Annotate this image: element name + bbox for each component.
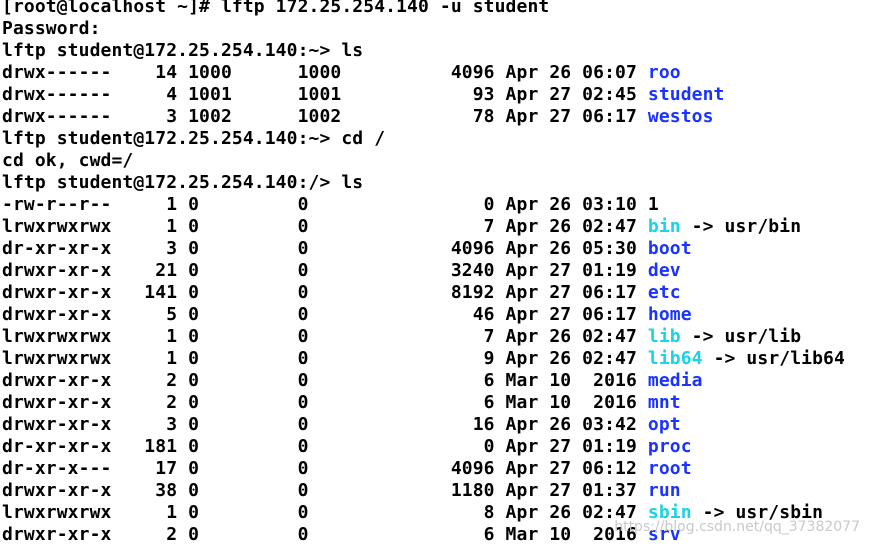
listing-details: drwxr-xr-x 21 0 0 3240 Apr 27 01:19 [2, 260, 648, 281]
terminal-output: [root@localhost ~]# lftp 172.25.254.140 … [2, 0, 845, 546]
symlink-target: usr/bin [724, 216, 802, 237]
terminal-line: lftp student@172.25.254.140:~> ls [2, 40, 845, 62]
file-name: bin [647, 216, 681, 237]
terminal-line: lftp student@172.25.254.140:~> cd / [2, 128, 845, 150]
listing-details: drwx------ 14 1000 1000 4096 Apr 26 06:0… [2, 62, 648, 83]
file-name: mnt [647, 392, 681, 413]
listing-row: drwx------ 3 1002 1002 78 Apr 27 06:17 w… [2, 106, 845, 128]
terminal-line: Password: [2, 18, 845, 40]
listing-details: lrwxrwxrwx 1 0 0 7 Apr 26 02:47 [2, 326, 648, 347]
listing-details: drwxr-xr-x 141 0 0 8192 Apr 27 06:17 [2, 282, 648, 303]
symlink-target: usr/lib [724, 326, 802, 347]
listing-row: drwxr-xr-x 5 0 0 46 Apr 27 06:17 home [2, 304, 845, 326]
listing-row: drwxr-xr-x 2 0 0 6 Mar 10 2016 mnt [2, 392, 845, 414]
listing-details: -rw-r--r-- 1 0 0 0 Apr 26 03:10 [2, 194, 648, 215]
terminal-line-text: lftp student@172.25.254.140:/> ls [2, 172, 364, 193]
file-name: boot [647, 238, 692, 259]
listing-row: -rw-r--r-- 1 0 0 0 Apr 26 03:10 1 [2, 194, 845, 216]
listing-row: dr-xr-xr-x 181 0 0 0 Apr 27 01:19 proc [2, 436, 845, 458]
file-name: root [647, 458, 692, 479]
listing-details: drwxr-xr-x 5 0 0 46 Apr 27 06:17 [2, 304, 648, 325]
terminal-line: [root@localhost ~]# lftp 172.25.254.140 … [2, 0, 845, 18]
terminal-line-text: [root@localhost ~]# lftp 172.25.254.140 … [2, 0, 550, 17]
terminal-line-text: lftp student@172.25.254.140:~> cd / [2, 128, 386, 149]
file-name: roo [647, 62, 681, 83]
symlink-arrow: -> [702, 348, 747, 369]
file-name: lib [647, 326, 681, 347]
listing-row: drwxr-xr-x 38 0 0 1180 Apr 27 01:37 run [2, 480, 845, 502]
listing-row: drwxr-xr-x 21 0 0 3240 Apr 27 01:19 dev [2, 260, 845, 282]
file-name: opt [647, 414, 681, 435]
listing-details: lrwxrwxrwx 1 0 0 8 Apr 26 02:47 [2, 502, 648, 523]
file-name: media [647, 370, 703, 391]
listing-row: dr-xr-xr-x 3 0 0 4096 Apr 26 05:30 boot [2, 238, 845, 260]
listing-details: dr-xr-xr-x 3 0 0 4096 Apr 26 05:30 [2, 238, 648, 259]
terminal-line-text: lftp student@172.25.254.140:~> ls [2, 40, 364, 61]
terminal-line: cd ok, cwd=/ [2, 150, 845, 172]
listing-details: drwxr-xr-x 3 0 0 16 Apr 26 03:42 [2, 414, 648, 435]
symlink-arrow: -> [680, 326, 725, 347]
file-name: etc [647, 282, 681, 303]
terminal-line: lftp student@172.25.254.140:/> ls [2, 172, 845, 194]
file-name: run [647, 480, 681, 501]
listing-row: lrwxrwxrwx 1 0 0 7 Apr 26 02:47 bin -> u… [2, 216, 845, 238]
listing-details: drwx------ 3 1002 1002 78 Apr 27 06:17 [2, 106, 648, 127]
listing-row: dr-xr-x--- 17 0 0 4096 Apr 27 06:12 root [2, 458, 845, 480]
listing-details: dr-xr-x--- 17 0 0 4096 Apr 27 06:12 [2, 458, 648, 479]
listing-details: drwxr-xr-x 2 0 0 6 Mar 10 2016 [2, 370, 648, 391]
listing-row: lrwxrwxrwx 1 0 0 7 Apr 26 02:47 lib -> u… [2, 326, 845, 348]
listing-row: drwx------ 14 1000 1000 4096 Apr 26 06:0… [2, 62, 845, 84]
symlink-target: usr/lib64 [746, 348, 845, 369]
listing-row: drwxr-xr-x 3 0 0 16 Apr 26 03:42 opt [2, 414, 845, 436]
file-name: 1 [647, 194, 659, 215]
terminal-line-text: Password: [2, 18, 101, 39]
file-name: home [647, 304, 692, 325]
listing-details: drwxr-xr-x 38 0 0 1180 Apr 27 01:37 [2, 480, 648, 501]
listing-row: drwxr-xr-x 141 0 0 8192 Apr 27 06:17 etc [2, 282, 845, 304]
listing-row: lrwxrwxrwx 1 0 0 9 Apr 26 02:47 lib64 ->… [2, 348, 845, 370]
symlink-arrow: -> [680, 216, 725, 237]
listing-details: drwxr-xr-x 2 0 0 6 Mar 10 2016 [2, 524, 648, 545]
terminal-window[interactable]: [root@localhost ~]# lftp 172.25.254.140 … [0, 0, 870, 547]
listing-details: lrwxrwxrwx 1 0 0 7 Apr 26 02:47 [2, 216, 648, 237]
file-name: westos [647, 106, 714, 127]
listing-row: drwx------ 4 1001 1001 93 Apr 27 02:45 s… [2, 84, 845, 106]
listing-row: drwxr-xr-x 2 0 0 6 Mar 10 2016 media [2, 370, 845, 392]
file-name: dev [647, 260, 681, 281]
listing-details: drwx------ 4 1001 1001 93 Apr 27 02:45 [2, 84, 648, 105]
listing-details: drwxr-xr-x 2 0 0 6 Mar 10 2016 [2, 392, 648, 413]
listing-details: dr-xr-xr-x 181 0 0 0 Apr 27 01:19 [2, 436, 648, 457]
watermark: https://blog.csdn.net/qq_37382077 [614, 519, 860, 535]
listing-details: lrwxrwxrwx 1 0 0 9 Apr 26 02:47 [2, 348, 648, 369]
file-name: student [647, 84, 725, 105]
file-name: lib64 [647, 348, 703, 369]
terminal-line-text: cd ok, cwd=/ [2, 150, 134, 171]
file-name: proc [647, 436, 692, 457]
